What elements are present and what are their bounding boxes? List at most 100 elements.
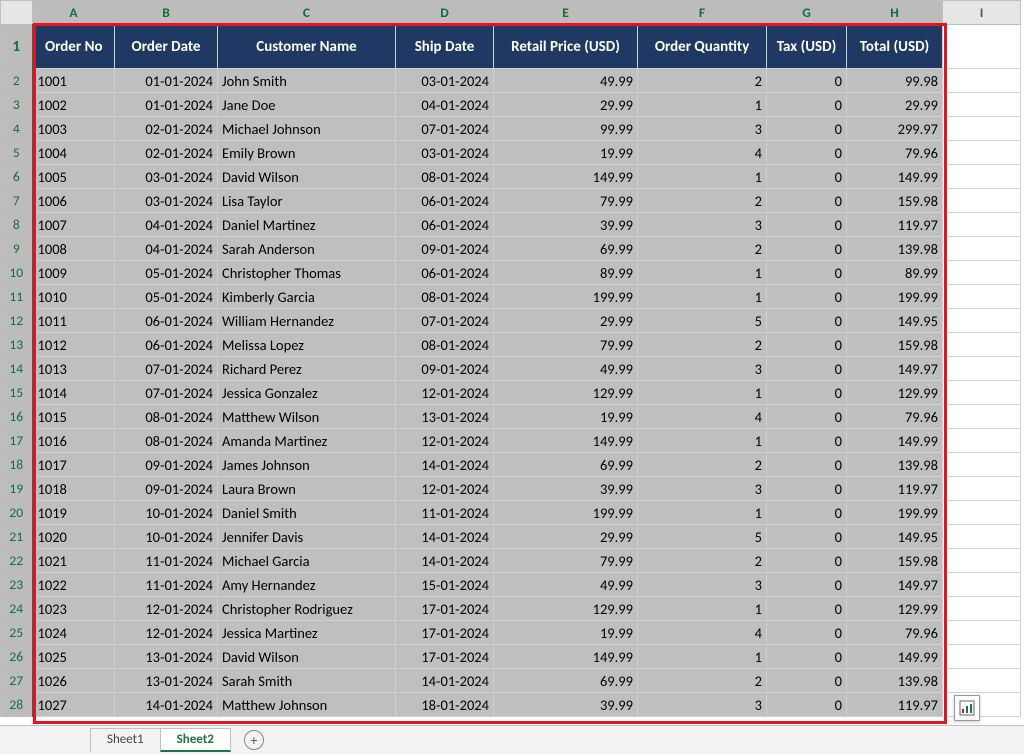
cell[interactable]: 1	[638, 429, 767, 453]
cell[interactable]: 1	[638, 285, 767, 309]
cell[interactable]: 1027	[33, 693, 115, 717]
row-header-18[interactable]: 18	[1, 453, 33, 477]
cell[interactable]	[943, 93, 1021, 117]
cell[interactable]	[943, 25, 1021, 69]
cell[interactable]: 1018	[33, 477, 115, 501]
cell[interactable]: James Johnson	[218, 453, 396, 477]
column-header-F[interactable]: F	[638, 1, 767, 25]
cell[interactable]: 1	[638, 501, 767, 525]
row-header-1[interactable]: 1	[1, 25, 33, 69]
cell[interactable]	[943, 309, 1021, 333]
cell[interactable]	[943, 501, 1021, 525]
cell[interactable]: 13-01-2024	[396, 405, 494, 429]
cell[interactable]: 10-01-2024	[115, 501, 218, 525]
cell[interactable]: 11-01-2024	[115, 549, 218, 573]
cell[interactable]: 0	[767, 573, 847, 597]
cell[interactable]: 119.97	[847, 213, 943, 237]
cell[interactable]: 1	[638, 165, 767, 189]
cell[interactable]: 69.99	[494, 237, 638, 261]
row-header-7[interactable]: 7	[1, 189, 33, 213]
add-sheet-button[interactable]: +	[244, 730, 264, 750]
cell[interactable]: 09-01-2024	[115, 477, 218, 501]
cell[interactable]: David Wilson	[218, 165, 396, 189]
cell[interactable]: 1010	[33, 285, 115, 309]
row-header-20[interactable]: 20	[1, 501, 33, 525]
cell[interactable]: 1011	[33, 309, 115, 333]
cell[interactable]: 1013	[33, 357, 115, 381]
cell[interactable]: 2	[638, 189, 767, 213]
column-header-A[interactable]: A	[33, 1, 115, 25]
row-header-16[interactable]: 16	[1, 405, 33, 429]
cell[interactable]: 19.99	[494, 141, 638, 165]
cell[interactable]: 0	[767, 285, 847, 309]
cell[interactable]: 5	[638, 525, 767, 549]
cell[interactable]: 06-01-2024	[396, 213, 494, 237]
cell[interactable]: 1015	[33, 405, 115, 429]
cell[interactable]: 79.96	[847, 141, 943, 165]
cell[interactable]: Christopher Rodriguez	[218, 597, 396, 621]
cell[interactable]: 149.99	[494, 165, 638, 189]
cell[interactable]: 29.99	[847, 93, 943, 117]
table-header-cell[interactable]: Ship Date	[396, 25, 494, 69]
cell[interactable]: Michael Johnson	[218, 117, 396, 141]
cell[interactable]: Melissa Lopez	[218, 333, 396, 357]
cell[interactable]: 99.98	[847, 69, 943, 93]
cell[interactable]: 4	[638, 621, 767, 645]
cell[interactable]	[943, 261, 1021, 285]
row-header-24[interactable]: 24	[1, 597, 33, 621]
cell[interactable]: 1026	[33, 669, 115, 693]
cell[interactable]: 1	[638, 93, 767, 117]
cell[interactable]: Amy Hernandez	[218, 573, 396, 597]
cell[interactable]: 1	[638, 261, 767, 285]
cell[interactable]: 04-01-2024	[115, 213, 218, 237]
cell[interactable]: 1007	[33, 213, 115, 237]
table-header-cell[interactable]: Total (USD)	[847, 25, 943, 69]
cell[interactable]: 149.95	[847, 309, 943, 333]
cell[interactable]	[943, 453, 1021, 477]
cell[interactable]: 1	[638, 597, 767, 621]
cell[interactable]: Christopher Thomas	[218, 261, 396, 285]
cell[interactable]: 89.99	[847, 261, 943, 285]
cell[interactable]: 06-01-2024	[115, 333, 218, 357]
cell[interactable]: 13-01-2024	[115, 645, 218, 669]
cell[interactable]: 1	[638, 645, 767, 669]
cell[interactable]: Jessica Martinez	[218, 621, 396, 645]
cell[interactable]: 14-01-2024	[396, 453, 494, 477]
cell[interactable]: 99.99	[494, 117, 638, 141]
cell[interactable]: 0	[767, 525, 847, 549]
cell[interactable]: 199.99	[847, 285, 943, 309]
row-header-15[interactable]: 15	[1, 381, 33, 405]
row-header-25[interactable]: 25	[1, 621, 33, 645]
row-header-8[interactable]: 8	[1, 213, 33, 237]
cell[interactable]: Lisa Taylor	[218, 189, 396, 213]
sheet-tab-sheet2[interactable]: Sheet2	[160, 728, 231, 752]
cell[interactable]: 0	[767, 69, 847, 93]
cell[interactable]: 0	[767, 189, 847, 213]
select-all-corner[interactable]	[1, 1, 33, 25]
cell[interactable]: 0	[767, 357, 847, 381]
column-header-G[interactable]: G	[767, 1, 847, 25]
table-header-cell[interactable]: Order Date	[115, 25, 218, 69]
column-header-C[interactable]: C	[218, 1, 396, 25]
cell[interactable]: 149.95	[847, 525, 943, 549]
cell[interactable]	[943, 285, 1021, 309]
cell[interactable]: 1014	[33, 381, 115, 405]
cell[interactable]	[943, 573, 1021, 597]
cell[interactable]: 01-01-2024	[115, 69, 218, 93]
cell[interactable]: David Wilson	[218, 645, 396, 669]
cell[interactable]: 1003	[33, 117, 115, 141]
cell[interactable]: Jane Doe	[218, 93, 396, 117]
cell[interactable]: 3	[638, 213, 767, 237]
cell[interactable]: 1006	[33, 189, 115, 213]
cell[interactable]: 14-01-2024	[396, 525, 494, 549]
cell[interactable]: 1008	[33, 237, 115, 261]
table-header-cell[interactable]: Retail Price (USD)	[494, 25, 638, 69]
cell[interactable]: 149.99	[847, 165, 943, 189]
cell[interactable]: 4	[638, 141, 767, 165]
cell[interactable]	[943, 477, 1021, 501]
sheet-tab-sheet1[interactable]: Sheet1	[90, 728, 161, 752]
cell[interactable]: 0	[767, 333, 847, 357]
cell[interactable]: 06-01-2024	[115, 309, 218, 333]
cell[interactable]: 09-01-2024	[396, 357, 494, 381]
cell[interactable]: 139.98	[847, 237, 943, 261]
